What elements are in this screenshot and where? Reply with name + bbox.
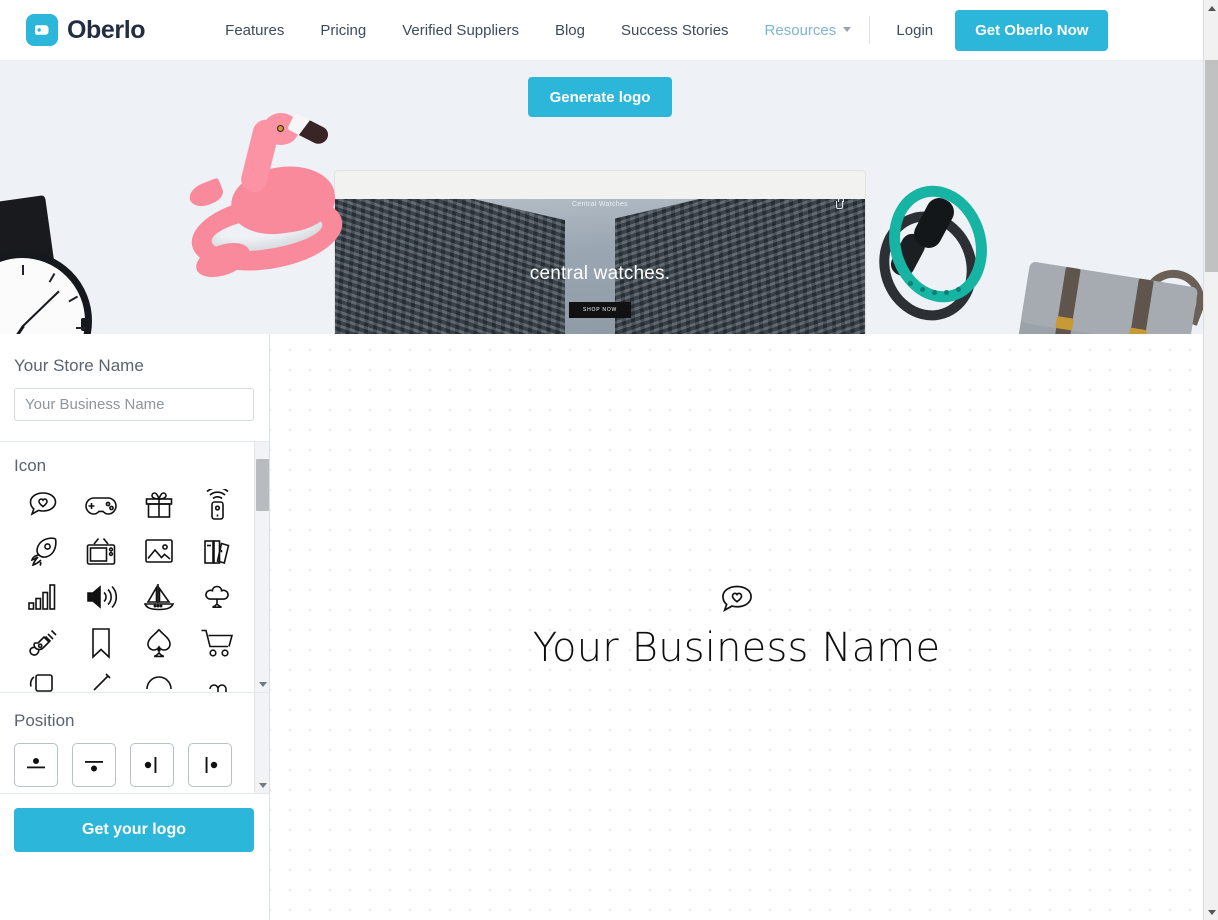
watch-face — [0, 251, 92, 334]
page-root: Oberlo Features Pricing Verified Supplie… — [0, 0, 1218, 920]
hero-banner: Central Watches central watches. SHOP NO… — [0, 61, 1203, 334]
position-option-icon-below-text[interactable] — [72, 743, 116, 787]
position-option-icon-right-of-text[interactable] — [188, 743, 232, 787]
icon-option-books[interactable] — [188, 534, 246, 568]
scroll-down-icon[interactable] — [255, 778, 270, 793]
tag-icon — [26, 14, 58, 46]
icon-option-bar-chart[interactable] — [14, 580, 72, 614]
icon-option-partial-4[interactable] — [188, 670, 246, 692]
brand-name: Oberlo — [67, 15, 146, 44]
store-name-section: Your Store Name — [0, 334, 269, 441]
position-options — [14, 743, 269, 787]
chevron-down-icon — [843, 26, 852, 32]
login-link[interactable]: Login — [880, 22, 949, 39]
logo-canvas[interactable]: Your Business Name — [270, 334, 1203, 920]
scroll-up-icon[interactable] — [255, 693, 270, 708]
icon-picker-section: Icon — [0, 442, 269, 692]
store-website-preview: Central Watches central watches. SHOP NO… — [335, 199, 865, 334]
wristwatch-image — [0, 195, 124, 334]
icon-option-sailboat[interactable] — [130, 580, 188, 614]
icon-grid-scrollbar[interactable] — [254, 442, 269, 692]
nav-item-success-stories[interactable]: Success Stories — [603, 22, 747, 39]
icon-option-spade[interactable] — [130, 626, 188, 660]
icon-section-label: Icon — [14, 456, 47, 475]
position-option-icon-above-text[interactable] — [14, 743, 58, 787]
nav-item-blog[interactable]: Blog — [537, 22, 603, 39]
icon-option-shopping-cart[interactable] — [188, 626, 246, 660]
nav-divider — [869, 16, 871, 44]
position-option-icon-left-of-text[interactable] — [130, 743, 174, 787]
page-scroll-thumb[interactable] — [1205, 60, 1218, 272]
logo-preview[interactable]: Your Business Name — [270, 334, 1203, 920]
get-your-logo-button[interactable]: Get your logo — [14, 808, 254, 852]
logo-business-name: Your Business Name — [532, 625, 941, 671]
icon-grid-overflow-row — [14, 670, 250, 692]
position-section-label: Position — [14, 711, 75, 730]
icon-option-bookmark[interactable] — [72, 626, 130, 660]
icon-grid — [14, 488, 250, 660]
icon-option-partial-2[interactable] — [72, 670, 130, 692]
messenger-bag-image — [1009, 245, 1203, 334]
icon-grid-scroll-thumb[interactable] — [256, 459, 269, 511]
icon-option-gift[interactable] — [130, 488, 188, 522]
generate-logo-button[interactable]: Generate logo — [528, 77, 672, 117]
icon-option-gamepad[interactable] — [72, 488, 130, 522]
shop-now-button[interactable]: SHOP NOW — [568, 302, 632, 318]
logo-maker-sidebar: Your Store Name Icon — [0, 334, 270, 920]
store-name-input[interactable] — [14, 388, 254, 421]
position-section: Position — [0, 693, 269, 793]
nav-item-verified-suppliers[interactable]: Verified Suppliers — [384, 22, 537, 39]
icon-option-remote-control[interactable] — [188, 488, 246, 522]
top-navigation-bar: Oberlo Features Pricing Verified Supplie… — [0, 0, 1203, 61]
icon-option-partial-1[interactable] — [14, 670, 72, 692]
laptop-mockup: Central Watches central watches. SHOP NO… — [335, 171, 865, 334]
nav-item-resources-label: Resources — [764, 21, 837, 39]
icon-option-television[interactable] — [72, 534, 130, 568]
icon-option-shovel[interactable] — [14, 626, 72, 660]
fitness-tracker-image — [865, 174, 1005, 334]
get-logo-section: Get your logo — [0, 794, 269, 866]
store-name-label: Your Store Name — [14, 356, 144, 375]
page-scroll-down-icon[interactable] — [1204, 904, 1218, 920]
nav-item-resources[interactable]: Resources — [747, 22, 856, 39]
nav-links: Features Pricing Verified Suppliers Blog… — [207, 22, 855, 39]
icon-option-clover[interactable] — [188, 580, 246, 614]
store-site-title: Central Watches — [572, 201, 628, 208]
page-scrollbar[interactable] — [1203, 0, 1218, 920]
scroll-down-icon[interactable] — [255, 677, 269, 692]
watch-crown — [81, 318, 91, 331]
icon-option-partial-3[interactable] — [130, 670, 188, 692]
page-scroll-up-icon[interactable] — [1204, 0, 1218, 16]
scroll-up-icon[interactable] — [255, 442, 269, 457]
get-oberlo-now-button[interactable]: Get Oberlo Now — [955, 9, 1109, 51]
speech-bubble-heart-icon — [719, 583, 755, 617]
icon-option-speaker[interactable] — [72, 580, 130, 614]
shopping-bag-icon — [836, 199, 844, 209]
icon-option-rocket[interactable] — [14, 534, 72, 568]
store-hero-text: central watches. — [529, 263, 671, 284]
icon-option-photo[interactable] — [130, 534, 188, 568]
brand-logo[interactable]: Oberlo — [26, 14, 146, 46]
position-section-scrollbar[interactable] — [254, 693, 269, 793]
icon-option-speech-bubble-heart[interactable] — [14, 488, 72, 522]
flamingo-float-image — [185, 111, 360, 284]
nav-item-pricing[interactable]: Pricing — [302, 22, 384, 39]
nav-item-features[interactable]: Features — [207, 22, 302, 39]
